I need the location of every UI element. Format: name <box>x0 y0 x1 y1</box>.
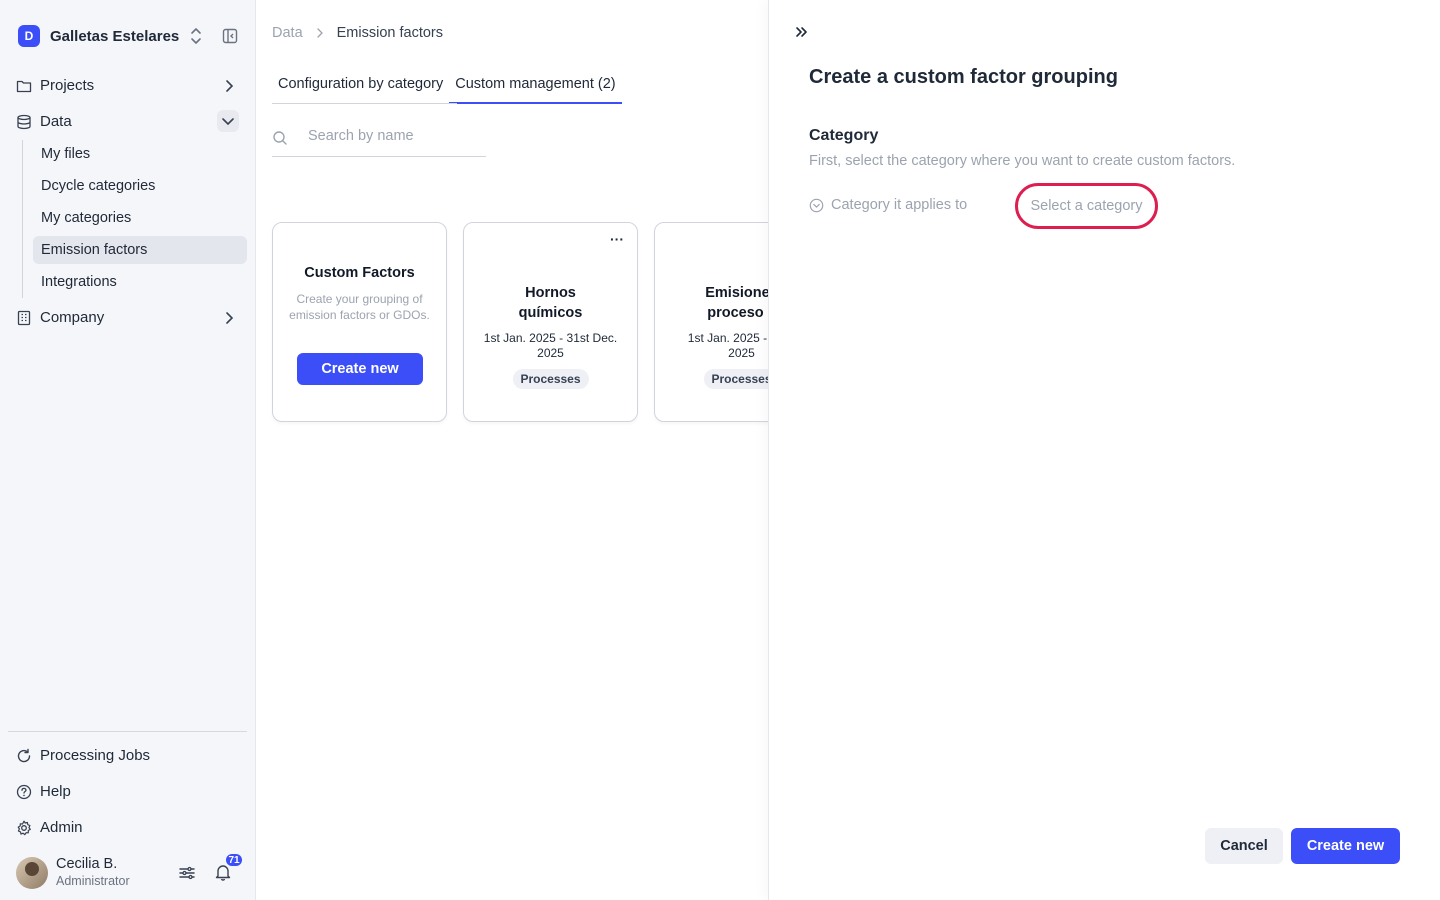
sidebar-item-label: Projects <box>40 77 95 94</box>
sidebar: D Galletas Estelares Projects Data My fi… <box>0 0 256 900</box>
sidebar-divider <box>8 731 247 732</box>
sidebar-item-projects[interactable]: Projects <box>8 72 247 100</box>
search-input[interactable] <box>308 128 478 144</box>
sidebar-item-emission-factors[interactable]: Emission factors <box>33 236 247 264</box>
sidebar-item-data[interactable]: Data <box>8 108 247 136</box>
category-tag: Processes <box>703 369 768 389</box>
sidebar-item-label: Emission factors <box>41 242 148 258</box>
breadcrumb-parent[interactable]: Data <box>272 25 303 41</box>
help-icon <box>16 784 32 800</box>
grouping-card[interactable]: ··· Hornos químicos 1st Jan. 2025 - 31st… <box>463 222 638 422</box>
main-content: Data Emission factors Configuration by c… <box>256 0 768 900</box>
card-title: Emisiones proceso c <box>705 285 768 321</box>
sidebar-item-label: My files <box>41 146 91 162</box>
category-tag: Processes <box>512 369 589 389</box>
field-label: Category it applies to <box>831 197 968 213</box>
user-name: Cecilia B. <box>56 856 118 872</box>
chevron-circle-icon <box>809 198 824 213</box>
breadcrumb: Data Emission factors <box>272 25 443 41</box>
chevron-down-icon <box>222 118 234 126</box>
org-logo: D <box>18 25 40 47</box>
tabs: Configuration by category Custom managem… <box>272 70 622 104</box>
building-icon <box>17 310 31 326</box>
collapse-sidebar-icon[interactable] <box>222 28 238 44</box>
avatar[interactable] <box>16 857 48 889</box>
section-title: Category <box>809 127 879 144</box>
sidebar-item-company[interactable]: Company <box>8 304 247 332</box>
search-icon <box>273 131 287 145</box>
folder-icon <box>16 80 32 93</box>
sidebar-item-label: My categories <box>41 210 132 226</box>
sidebar-item-label: Help <box>40 783 71 800</box>
org-switcher[interactable]: D Galletas Estelares <box>18 24 240 48</box>
new-grouping-card: Custom Factors Create your grouping of e… <box>272 222 447 422</box>
gear-icon <box>17 820 31 836</box>
chevrons-right-icon[interactable] <box>794 24 810 40</box>
create-new-button[interactable]: Create new <box>1291 828 1400 864</box>
chevron-right-icon <box>226 312 234 324</box>
card-dates: 1st Jan. 2025 - 31st Dec. 2025 <box>483 331 618 360</box>
refresh-icon <box>17 748 31 763</box>
subnav-line <box>22 140 23 298</box>
card-title: Custom Factors <box>304 265 415 281</box>
more-options-icon[interactable]: ··· <box>609 232 625 251</box>
sidebar-item-label: Company <box>40 309 105 326</box>
sidebar-item-dcycle-categories[interactable]: Dcycle categories <box>33 172 247 200</box>
side-drawer: Create a custom factor grouping Category… <box>768 0 1440 900</box>
sidebar-item-help[interactable]: Help <box>8 778 247 806</box>
sidebar-item-processing-jobs[interactable]: Processing Jobs <box>8 742 247 770</box>
sidebar-item-label: Integrations <box>41 274 117 290</box>
sidebar-item-label: Data <box>40 113 72 130</box>
notification-badge: 71 <box>224 852 244 868</box>
drawer-title: Create a custom factor grouping <box>809 66 1118 88</box>
search-field[interactable] <box>272 124 486 157</box>
sidebar-item-admin[interactable]: Admin <box>8 814 247 842</box>
tab-configuration-by-category[interactable]: Configuration by category <box>272 70 449 104</box>
chevron-right-icon <box>226 80 234 92</box>
breadcrumb-current: Emission factors <box>336 25 444 41</box>
category-select[interactable]: Select a category <box>1015 183 1158 229</box>
section-description: First, select the category where you wan… <box>809 153 1236 169</box>
sidebar-item-integrations[interactable]: Integrations <box>33 268 247 296</box>
card-title: Hornos químicos <box>518 285 583 321</box>
sidebar-item-my-files[interactable]: My files <box>33 140 247 168</box>
sidebar-item-label: Admin <box>40 819 83 836</box>
org-name: Galletas Estelares <box>50 27 180 45</box>
chevron-right-icon <box>316 28 323 38</box>
user-profile[interactable]: Cecilia B. Administrator 71 <box>16 852 246 889</box>
sidebar-item-label: Dcycle categories <box>41 178 156 194</box>
user-role: Administrator <box>56 874 130 888</box>
sliders-icon[interactable] <box>178 864 196 882</box>
database-icon <box>17 114 31 130</box>
card-dates: 1st Jan. 2025 - Dec. 2025 <box>687 331 768 360</box>
cancel-button[interactable]: Cancel <box>1205 828 1283 864</box>
expand-toggle[interactable] <box>217 110 239 132</box>
sidebar-item-label: Processing Jobs <box>40 747 151 764</box>
sidebar-item-my-categories[interactable]: My categories <box>33 204 247 232</box>
card-description: Create your grouping of emission factors… <box>289 292 430 322</box>
grouping-card[interactable]: Emisiones proceso c 1st Jan. 2025 - Dec.… <box>654 222 768 422</box>
create-new-button[interactable]: Create new <box>297 353 423 385</box>
chevrons-up-down-icon[interactable] <box>188 26 204 46</box>
tab-custom-management[interactable]: Custom management (2) <box>449 70 622 104</box>
